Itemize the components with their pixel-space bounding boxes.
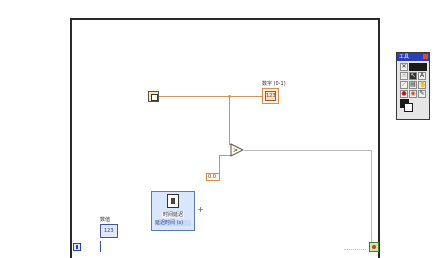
- wire-tool-icon[interactable]: ⟋: [400, 81, 408, 89]
- label-tool-icon[interactable]: A: [418, 72, 426, 80]
- wire-to-stop-vertical[interactable]: [371, 150, 372, 244]
- svg-text:>: >: [233, 147, 238, 154]
- close-icon[interactable]: [423, 54, 428, 59]
- watermark-scribble: [344, 243, 366, 250]
- dice-icon: [151, 94, 158, 101]
- numeric-indicator-value: 123: [266, 93, 276, 99]
- loop-condition-terminal[interactable]: [369, 242, 379, 252]
- object-shortcut-tool-icon[interactable]: ▤: [409, 81, 417, 89]
- time-delay-express-vi[interactable]: 时间延迟 延迟时间 (s): [151, 191, 195, 231]
- tools-palette-title: 工具: [399, 54, 410, 60]
- wire-junction-dot: [228, 95, 231, 98]
- wire-compare-out[interactable]: [244, 150, 371, 151]
- wire-branch-down[interactable]: [229, 96, 230, 144]
- compare-function[interactable]: >: [230, 143, 244, 157]
- plus-marker: +: [197, 205, 204, 214]
- time-delay-label: 时间延迟: [162, 212, 185, 218]
- loop-iteration-terminal[interactable]: [73, 243, 81, 251]
- block-diagram-canvas[interactable]: [70, 18, 380, 258]
- tools-palette-titlebar[interactable]: 工具: [397, 53, 429, 61]
- wire-control-out[interactable]: [100, 241, 101, 252]
- numeric-indicator-label: 数字 (0-1): [262, 81, 286, 87]
- color-copy-tool-icon[interactable]: ✎: [418, 90, 426, 98]
- color-tool-icon[interactable]: [400, 99, 414, 113]
- wire-constant-vertical[interactable]: [219, 155, 220, 175]
- position-tool-icon[interactable]: ↖: [409, 72, 417, 80]
- auto-select-indicator: [409, 63, 427, 71]
- random-number-function[interactable]: [148, 91, 159, 102]
- numeric-constant[interactable]: 0.0: [206, 173, 220, 181]
- numeric-constant-value: 0.0: [208, 174, 216, 180]
- numeric-indicator-terminal[interactable]: 123: [262, 88, 279, 104]
- hourglass-icon: [167, 194, 179, 208]
- delay-time-input-label[interactable]: 延迟时间 (s): [155, 220, 191, 226]
- auto-select-tool-icon[interactable]: ✕: [400, 63, 408, 71]
- probe-tool-icon[interactable]: ◉: [409, 90, 417, 98]
- breakpoint-tool-icon[interactable]: ●: [400, 90, 408, 98]
- numeric-control-label: 数值: [100, 217, 111, 223]
- operate-tool-icon[interactable]: ☝: [400, 72, 408, 80]
- numeric-control-terminal[interactable]: 123: [100, 224, 118, 238]
- wire-random-to-indicator[interactable]: [159, 96, 262, 97]
- tools-palette[interactable]: 工具 ✕ ☝ ↖ A ⟋ ▤ ✋ ● ◉ ✎: [396, 52, 430, 120]
- scroll-tool-icon[interactable]: ✋: [418, 81, 426, 89]
- numeric-control-value: 123: [104, 228, 114, 234]
